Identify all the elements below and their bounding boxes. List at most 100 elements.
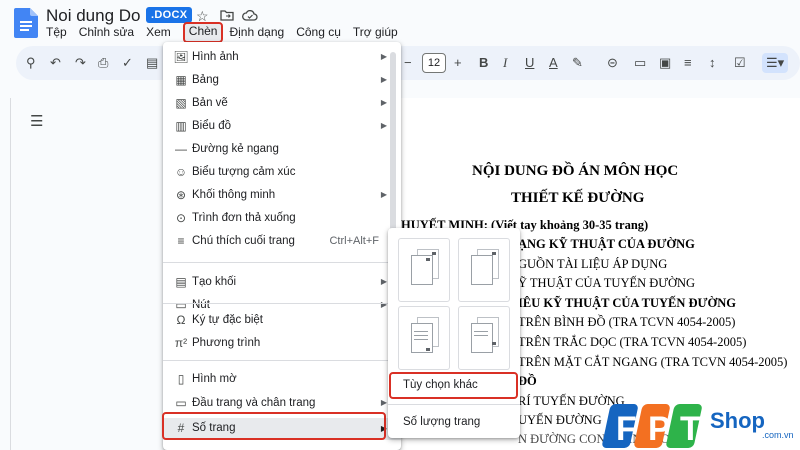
add-comment-icon[interactable]: ▭ (634, 55, 646, 71)
menu-item-watermark[interactable]: ▯ Hình mờ (163, 370, 401, 390)
docs-logo-icon[interactable] (14, 8, 38, 38)
italic-icon[interactable]: I (503, 55, 507, 71)
decrease-font-size-icon[interactable]: − (404, 55, 412, 70)
menu-item-special-characters[interactable]: Ω Ký tự đặc biệt (163, 311, 401, 331)
text-line (474, 331, 488, 332)
underline-icon[interactable]: U (525, 55, 534, 70)
menu-item-label: Tạo khối (192, 276, 237, 288)
page-number-option-footer-skip-first[interactable] (458, 306, 510, 370)
menu-insert[interactable]: Chèn (182, 22, 224, 43)
menu-item-equation[interactable]: π² Phương trình (163, 334, 401, 354)
fpt-shop-text: Shop (710, 408, 765, 433)
highlight-color-icon[interactable]: ✎ (572, 55, 583, 71)
menu-item-emoji[interactable]: ☺ Biểu tượng cảm xúc (163, 163, 401, 183)
text-color-icon[interactable]: A (549, 55, 558, 70)
page-count-item[interactable]: Số lượng trang (403, 416, 480, 428)
page-number-option-header-skip-first[interactable] (458, 238, 510, 302)
undo-icon[interactable]: ↶ (50, 55, 61, 71)
menu-format[interactable]: Định dạng (229, 24, 290, 42)
paint-format-icon[interactable]: ▤ (146, 55, 158, 71)
menu-item-label: Đầu trang và chân trang (192, 397, 316, 409)
doc-line: TRÊN MẶT CẮT NGANG (TRA TCVN 4054-2005) (518, 355, 788, 369)
page-number-option-footer-all[interactable] (398, 306, 450, 370)
doc-line: ẠNG KỸ THUẬT CỦA ĐƯỜNG (518, 237, 695, 251)
menu-divider (163, 262, 401, 263)
cloud-status-icon[interactable] (242, 10, 258, 21)
building-blocks-icon: ▤ (175, 275, 187, 289)
menu-item-label: Đường kẻ ngang (192, 143, 279, 155)
doc-line: Ỹ THUẬT CỦA TUYẾN ĐƯỜNG (518, 276, 696, 290)
checklist-icon[interactable]: ☑ (734, 55, 746, 71)
menu-item-label: Bảng (192, 74, 219, 86)
menu-item-drawing[interactable]: ▧ Bản vẽ ▶ (163, 94, 401, 114)
menu-edit[interactable]: Chỉnh sửa (79, 24, 140, 42)
watermark-icon: ▯ (177, 372, 185, 386)
menu-item-label: Phương trình (192, 337, 261, 349)
menu-divider (163, 360, 401, 361)
menu-item-label: Biểu đồ (192, 120, 232, 132)
menu-help[interactable]: Trợ giúp (353, 24, 404, 42)
move-folder-icon[interactable] (220, 9, 234, 21)
text-line (414, 339, 428, 340)
fpt-brand-letter: F (616, 410, 637, 448)
spelling-check-icon[interactable]: ✓ (122, 55, 133, 71)
bulleted-list-icon[interactable]: ☰▾ (762, 53, 789, 73)
menu-item-dropdown[interactable]: ⊙ Trình đơn thả xuống (163, 209, 401, 229)
submenu-divider (388, 404, 520, 405)
menu-divider (163, 303, 401, 304)
menu-item-label: Biểu tượng cảm xúc (192, 166, 296, 178)
menu-item-chart[interactable]: ▥ Biểu đồ ▶ (163, 117, 401, 137)
increase-font-size-icon[interactable]: + (454, 55, 462, 70)
equation-icon: π² (174, 336, 188, 350)
document-heading-1: NỘI DUNG ĐỒ ÁN MÔN HỌC (472, 163, 679, 179)
search-menus-icon[interactable]: ⚲ (26, 55, 36, 71)
menu-item-header-footer[interactable]: ▭ Đầu trang và chân trang ▶ (163, 394, 401, 414)
submenu-arrow-icon: ▶ (380, 98, 387, 107)
line-spacing-icon[interactable]: ↕ (709, 55, 716, 70)
menu-item-smart-chips[interactable]: ⊛ Khối thông minh ▶ (163, 186, 401, 206)
insert-link-icon[interactable]: ⊝ (607, 55, 618, 71)
footnote-icon: ≡ (177, 234, 185, 248)
submenu-arrow-icon: ▶ (380, 190, 387, 199)
menu-item-horizontal-line[interactable]: — Đường kẻ ngang (163, 140, 401, 160)
fpt-brand-letter: T (680, 410, 701, 448)
vertical-ruler (10, 98, 11, 450)
page-number-marker (492, 252, 496, 255)
menu-bar: Tệp Chỉnh sửa Xem Chèn Định dạng Công cụ… (46, 22, 410, 43)
more-options-highlight-box (389, 372, 518, 399)
menu-item-building-blocks[interactable]: ▤ Tạo khối ▶ (163, 273, 401, 293)
redo-icon[interactable]: ↷ (75, 55, 86, 71)
align-icon[interactable]: ≡ (684, 55, 692, 70)
page-number-marker (426, 348, 430, 351)
dropdown-icon: ⊙ (175, 211, 187, 225)
print-icon[interactable]: ⎙ (98, 55, 108, 71)
header-footer-icon: ▭ (175, 396, 187, 410)
insert-image-icon[interactable]: ▣ (659, 55, 671, 71)
insert-menu: 🖼 Hình ảnh ▶ ▦ Bảng ▶ ▧ Bản vẽ ▶ ▥ Biểu … (163, 42, 401, 450)
page-number-option-header-all[interactable] (398, 238, 450, 302)
button-icon: ▭ (175, 298, 187, 312)
submenu-arrow-icon: ▶ (380, 52, 387, 61)
page-numbers-highlight-box (162, 412, 386, 440)
menu-view[interactable]: Xem (146, 24, 177, 42)
menu-item-footnote[interactable]: ≡ Chú thích cuối trang Ctrl+Alt+F (163, 232, 401, 252)
shortcut-label: Ctrl+Alt+F (329, 235, 379, 247)
font-size-input[interactable]: 12 (422, 53, 446, 73)
page-thumbnail (471, 255, 493, 285)
menu-file[interactable]: Tệp (46, 24, 73, 42)
menu-item-image[interactable]: 🖼 Hình ảnh ▶ (163, 48, 401, 68)
fpt-domain-text: .com.vn (762, 430, 794, 440)
menu-tools[interactable]: Công cụ (296, 24, 347, 42)
special-characters-icon: Ω (176, 313, 186, 327)
submenu-arrow-icon: ▶ (380, 277, 387, 286)
menu-item-table[interactable]: ▦ Bảng ▶ (163, 71, 401, 91)
document-heading-2: THIẾT KẾ ĐƯỜNG (511, 190, 645, 206)
image-icon: 🖼 (173, 50, 189, 64)
bold-icon[interactable]: B (479, 55, 488, 70)
document-outline-icon[interactable]: ☰ (30, 112, 43, 130)
doc-line: IÊU KỸ THUẬT CỦA TUYẾN ĐƯỜNG (518, 296, 736, 310)
menu-item-label: Bản vẽ (192, 97, 228, 109)
doc-line: ĐỒ (518, 374, 537, 388)
submenu-arrow-icon: ▶ (380, 75, 387, 84)
menu-item-label: Trình đơn thả xuống (192, 212, 296, 224)
